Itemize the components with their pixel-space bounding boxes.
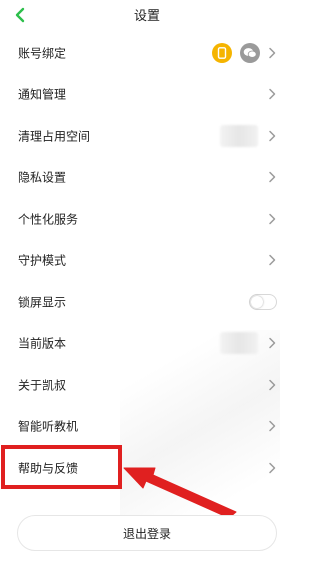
row-current-version[interactable]: 当前版本 [0, 323, 294, 365]
row-clear-storage[interactable]: 清理占用空间 [0, 115, 294, 157]
toggle-knob [251, 295, 263, 308]
bound-accounts [212, 42, 260, 63]
row-label: 智能听教机 [18, 419, 79, 434]
chevron-right-icon [268, 462, 276, 474]
settings-screen: 设置 账号绑定 通知管理 清理占用空间 隐私设置 个性化服务 守护模式 锁屏显示… [0, 0, 294, 576]
row-label: 通知管理 [18, 87, 67, 102]
chevron-right-icon [268, 130, 276, 142]
row-label: 账号绑定 [18, 46, 67, 61]
chevron-right-icon [268, 379, 276, 391]
chevron-right-icon [268, 47, 276, 59]
row-label: 锁屏显示 [18, 295, 67, 310]
row-guard-mode[interactable]: 守护模式 [0, 240, 294, 282]
row-about[interactable]: 关于凯叔 [0, 364, 294, 406]
row-label: 关于凯叔 [18, 378, 67, 393]
row-help-feedback[interactable]: 帮助与反馈 [0, 447, 294, 489]
wechat-icon [240, 42, 260, 63]
chevron-right-icon [268, 254, 276, 266]
row-lockscreen-display: 锁屏显示 [0, 281, 294, 323]
row-privacy-settings[interactable]: 隐私设置 [0, 157, 294, 199]
chevron-right-icon [268, 171, 276, 183]
row-label: 个性化服务 [18, 212, 79, 227]
phone-icon [212, 42, 232, 63]
row-label: 当前版本 [18, 336, 67, 351]
row-account-binding[interactable]: 账号绑定 [0, 32, 294, 74]
settings-list: 账号绑定 通知管理 清理占用空间 隐私设置 个性化服务 守护模式 锁屏显示 当前… [0, 32, 294, 489]
row-notification-management[interactable]: 通知管理 [0, 74, 294, 116]
page-title: 设置 [133, 9, 160, 24]
lockscreen-display-toggle[interactable] [249, 293, 277, 310]
header-bar: 设置 [0, 0, 294, 30]
row-label: 守护模式 [18, 253, 67, 268]
chevron-right-icon [268, 420, 276, 432]
chevron-right-icon [268, 88, 276, 100]
storage-size-value-blurred [220, 124, 258, 147]
row-label: 隐私设置 [18, 170, 67, 185]
logout-button[interactable]: 退出登录 [17, 515, 277, 551]
row-personalized-service[interactable]: 个性化服务 [0, 198, 294, 240]
row-label: 清理占用空间 [18, 129, 91, 144]
row-label: 帮助与反馈 [18, 461, 79, 476]
version-value-blurred [220, 332, 258, 355]
chevron-right-icon [268, 213, 276, 225]
row-smart-learning-device[interactable]: 智能听教机 [0, 406, 294, 448]
chevron-right-icon [268, 337, 276, 349]
